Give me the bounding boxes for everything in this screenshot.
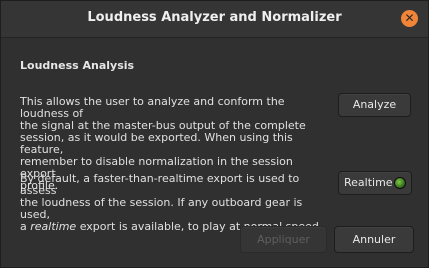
realtime-note-line: the loudness of the session. If any outb… <box>20 196 303 221</box>
description-line: This allows the user to analyze and conf… <box>20 95 285 120</box>
realtime-note-prefix: a <box>20 220 31 233</box>
realtime-toggle-button[interactable]: Realtime <box>338 171 412 195</box>
realtime-label: Realtime <box>344 176 393 189</box>
apply-button[interactable]: Appliquer <box>240 226 327 253</box>
titlebar: Loudness Analyzer and Normalizer ✕ <box>1 1 428 38</box>
analyze-button[interactable]: Analyze <box>338 93 411 117</box>
window-title: Loudness Analyzer and Normalizer <box>87 10 342 25</box>
section-title: Loudness Analysis <box>20 59 135 72</box>
dialog-window: Loudness Analyzer and Normalizer ✕ Loudn… <box>0 0 429 268</box>
realtime-note-text: By default, a faster-than-realtime expor… <box>20 173 328 233</box>
led-indicator-icon <box>395 178 405 188</box>
close-icon: ✕ <box>404 11 415 25</box>
cancel-button[interactable]: Annuler <box>334 226 414 253</box>
realtime-note-line: By default, a faster-than-realtime expor… <box>20 172 300 197</box>
realtime-note-emphasis: realtime <box>30 220 77 233</box>
description-line: session, as it would be exported. When u… <box>20 131 293 156</box>
close-button[interactable]: ✕ <box>401 10 418 27</box>
